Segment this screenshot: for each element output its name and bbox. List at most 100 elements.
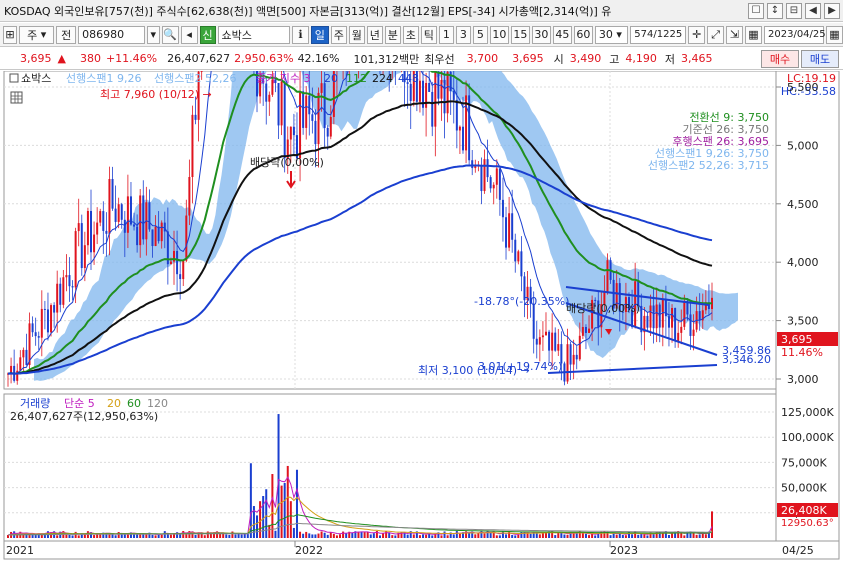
- split-button[interactable]: ⊟: [786, 2, 802, 19]
- period-second-tab[interactable]: 초: [402, 25, 419, 44]
- volume-bar: [594, 535, 597, 538]
- volume-bar: [695, 534, 698, 538]
- candle-body: [455, 99, 458, 131]
- legend-ma448: 448: [398, 72, 419, 85]
- volume-legend-ma-label: 단순 5: [64, 397, 95, 410]
- volume-bar: [581, 533, 584, 538]
- volume-bar: [382, 533, 385, 538]
- volume-bar: [123, 534, 126, 538]
- interval-10-button[interactable]: 10: [489, 25, 509, 44]
- interval-45-button[interactable]: 45: [552, 25, 572, 44]
- volume-value-line: 26,407,627주(12,950,63%): [10, 410, 158, 423]
- candle-body: [532, 303, 535, 339]
- candle-body: [578, 335, 581, 360]
- volume-bar: [299, 531, 302, 538]
- current-price: 3,695: [20, 52, 52, 65]
- candle-body: [157, 226, 160, 242]
- candle-body: [283, 81, 286, 159]
- volume-bar: [323, 532, 326, 538]
- volume-bar: [624, 535, 627, 538]
- candle-body: [90, 210, 93, 253]
- info-icon[interactable]: ℹ: [292, 25, 309, 44]
- interval-30-button[interactable]: 30: [531, 25, 551, 44]
- period-day-tab[interactable]: 일: [310, 25, 329, 44]
- code-dropdown-icon[interactable]: ▾: [146, 25, 160, 44]
- crosshair-icon[interactable]: ✛: [688, 25, 706, 44]
- candle-body: [176, 250, 179, 275]
- period-week-tab[interactable]: 주: [330, 25, 347, 44]
- chart-svg[interactable]: 쇼박스 선행스팬1 9,26 선행스팬2 52,26 종가 지수 3 20 11…: [0, 0, 843, 560]
- volume-bar: [652, 534, 655, 538]
- market-all-button[interactable]: 전: [56, 25, 77, 44]
- volume-bar: [369, 534, 372, 538]
- price-panel[interactable]: [3, 70, 777, 390]
- volume-bar: [295, 469, 298, 538]
- split-icon[interactable]: ⇲: [726, 25, 743, 44]
- interval-1-button[interactable]: 1: [438, 25, 454, 44]
- candle-body: [505, 217, 508, 248]
- interval-15-button[interactable]: 15: [510, 25, 530, 44]
- candle-body: [111, 179, 114, 209]
- period-year-tab[interactable]: 년: [366, 25, 383, 44]
- sell-order-button[interactable]: 매도: [801, 50, 839, 68]
- volume-bar: [671, 533, 674, 538]
- period-month-tab[interactable]: 월: [348, 25, 365, 44]
- candle-body: [191, 114, 194, 177]
- candle-body: [498, 168, 501, 200]
- dividend-annotation-2: 배당락(0,00%): [566, 302, 640, 315]
- volume-bar: [637, 534, 640, 538]
- stock-name-input[interactable]: 쇼박스: [217, 25, 291, 44]
- date-input[interactable]: 2023/04/25: [764, 25, 826, 44]
- volume-bar: [452, 534, 455, 538]
- volume-ratio: 2,950.63%: [234, 52, 294, 65]
- volume-bar: [243, 533, 246, 538]
- interval-60-button[interactable]: 60: [573, 25, 593, 44]
- volume-bar: [265, 489, 268, 538]
- buy-order-button[interactable]: 매수: [761, 50, 799, 68]
- prev-button[interactable]: ◀: [805, 2, 821, 19]
- search-icon[interactable]: 🔍: [161, 25, 179, 44]
- candle-body: [86, 210, 89, 246]
- candle-body: [34, 332, 37, 337]
- candle-body: [280, 81, 283, 126]
- candle-body: [514, 239, 517, 262]
- candle-body: [105, 230, 108, 234]
- calendar-icon[interactable]: ▦: [826, 25, 843, 44]
- volume-bar: [584, 533, 587, 538]
- candle-body: [440, 79, 443, 99]
- volume-legend-ma20: 20: [107, 397, 121, 410]
- chart-area[interactable]: 쇼박스 선행스팬1 9,26 선행스팬2 52,26 종가 지수 3 20 11…: [0, 0, 843, 560]
- candle-body: [606, 260, 609, 292]
- period-tick-tab[interactable]: 틱: [420, 25, 437, 44]
- candle-body: [19, 357, 22, 371]
- candle-body: [123, 219, 126, 233]
- speaker-icon[interactable]: ◂: [180, 25, 198, 44]
- candle-body: [148, 202, 151, 230]
- volume-bar: [114, 535, 117, 538]
- interval-5-button[interactable]: 5: [472, 25, 488, 44]
- volume-bar: [231, 531, 234, 538]
- interval-3-button[interactable]: 3: [455, 25, 471, 44]
- next-button[interactable]: ▶: [824, 2, 840, 19]
- period-minute-tab[interactable]: 분: [384, 25, 401, 44]
- resize-button[interactable]: ↕: [767, 2, 783, 19]
- volume-bar: [56, 535, 59, 538]
- zoom-icon[interactable]: ⤢: [707, 25, 724, 44]
- volume-bar: [422, 534, 425, 538]
- best-price-label: 최우선: [424, 52, 455, 66]
- settings-icon[interactable]: ⊞: [3, 25, 17, 44]
- market-type-select[interactable]: 주 ▾: [19, 25, 55, 44]
- volume-bar: [391, 535, 394, 538]
- current-volume-axis-label: 26,408K: [781, 504, 827, 517]
- volume-legend-ma120: 120: [147, 397, 168, 410]
- candle-body: [22, 349, 25, 358]
- price-tick-label: 4,500: [787, 198, 819, 211]
- restore-button[interactable]: ☐: [748, 2, 764, 19]
- count-input[interactable]: 574/1225: [630, 25, 687, 44]
- interval-select[interactable]: 30 ▾: [594, 25, 629, 44]
- candle-body: [65, 275, 68, 278]
- code-input[interactable]: 086980: [78, 25, 145, 44]
- grid-icon[interactable]: ▦: [745, 25, 762, 44]
- candle-body: [584, 326, 587, 333]
- candle-body: [480, 165, 483, 192]
